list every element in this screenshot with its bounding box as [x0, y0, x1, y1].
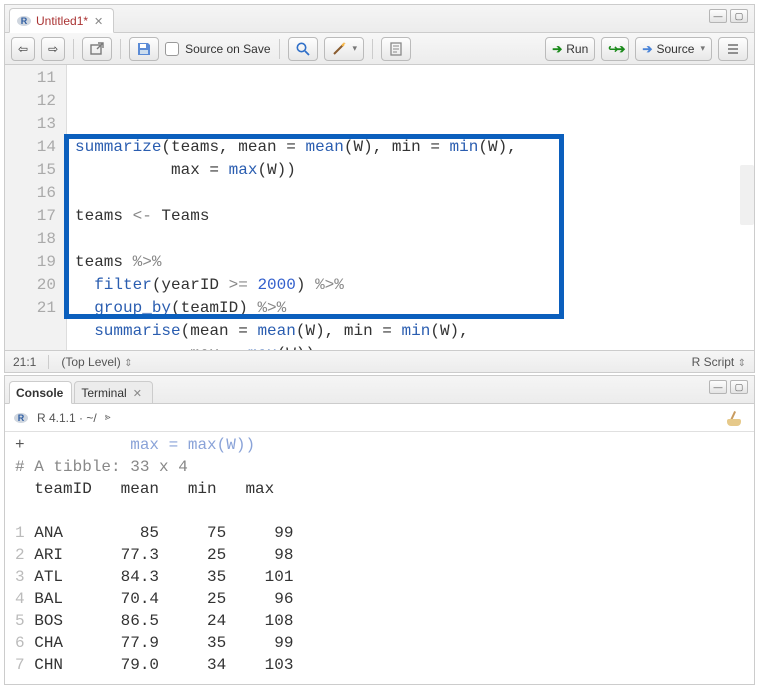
outline-button[interactable] — [718, 37, 748, 61]
r-file-icon: R — [16, 13, 32, 29]
run-button[interactable]: ➔ Run — [545, 37, 595, 61]
search-icon — [295, 41, 311, 57]
outline-icon — [725, 41, 741, 57]
save-button[interactable] — [129, 37, 159, 61]
tab-console-label: Console — [16, 386, 63, 400]
tab-console[interactable]: Console — [9, 381, 72, 404]
console-tab-bar: Console Terminal ✕ — ▢ — [5, 376, 754, 404]
chevron-down-icon: ▾ — [353, 43, 358, 54]
pane-maximize-button[interactable]: ▢ — [730, 9, 748, 23]
scope-indicator[interactable]: (Top Level) ⇕ — [61, 355, 132, 369]
editor-status-bar: 21:1 (Top Level) ⇕ R Script ⇕ — [5, 350, 754, 372]
arrow-right-icon: ⇨ — [48, 42, 58, 56]
rerun-button[interactable]: ↪➔ — [601, 37, 629, 61]
close-icon[interactable]: ✕ — [131, 387, 144, 400]
source-editor-pane: R Untitled1* ✕ — ▢ ⇦ ⇨ Source on Save ▾ — [4, 4, 755, 373]
close-icon[interactable]: ✕ — [92, 15, 105, 28]
pane-minimize-button[interactable]: — — [709, 380, 727, 394]
chevron-down-icon: ▾ — [700, 43, 705, 54]
console-output[interactable]: + max = max(W)) # A tibble: 33 x 4 teamI… — [5, 432, 754, 684]
tab-terminal[interactable]: Terminal ✕ — [74, 381, 153, 404]
source-on-save-label: Source on Save — [185, 42, 270, 56]
editor-toolbar: ⇦ ⇨ Source on Save ▾ ➔ Run ↪➔ — [5, 33, 754, 65]
path-expand-icon[interactable]: ⪢ — [105, 412, 111, 423]
language-indicator[interactable]: R Script ⇕ — [692, 355, 746, 369]
editor-scrollbar[interactable] — [740, 165, 754, 225]
console-pane: Console Terminal ✕ — ▢ R R 4.1.1 · ~/ ⪢ … — [4, 375, 755, 685]
popout-icon — [89, 41, 105, 57]
editor-tab-title: Untitled1* — [36, 14, 88, 28]
back-button[interactable]: ⇦ — [11, 37, 35, 61]
compile-report-button[interactable] — [381, 37, 411, 61]
source-on-save-checkbox[interactable] — [165, 42, 179, 56]
show-in-new-window-button[interactable] — [82, 37, 112, 61]
cursor-position: 21:1 — [13, 355, 36, 369]
toolbar-separator — [120, 39, 121, 59]
source-button-label: Source — [656, 42, 694, 56]
toolbar-separator — [372, 39, 373, 59]
run-button-label: Run — [566, 42, 588, 56]
save-icon — [136, 41, 152, 57]
arrow-left-icon: ⇦ — [18, 42, 28, 56]
pane-maximize-button[interactable]: ▢ — [730, 380, 748, 394]
pane-window-controls: — ▢ — [709, 9, 748, 23]
code-tools-button[interactable]: ▾ — [324, 37, 365, 61]
pane-window-controls: — ▢ — [709, 380, 748, 394]
find-button[interactable] — [288, 37, 318, 61]
source-button[interactable]: ➔ Source ▾ — [635, 37, 712, 61]
notebook-icon — [388, 41, 404, 57]
toolbar-separator — [73, 39, 74, 59]
editor-tab-untitled[interactable]: R Untitled1* ✕ — [9, 8, 114, 33]
wand-icon — [331, 41, 347, 57]
toolbar-separator — [279, 39, 280, 59]
r-version-path: R 4.1.1 · ~/ — [37, 411, 97, 425]
source-arrow-icon: ➔ — [642, 42, 652, 56]
r-logo-icon: R — [13, 410, 29, 426]
pane-minimize-button[interactable]: — — [709, 9, 727, 23]
forward-button[interactable]: ⇨ — [41, 37, 65, 61]
code-content[interactable]: summarize(teams, mean = mean(W), min = m… — [67, 65, 754, 350]
line-number-gutter: 1112131415161718192021 — [5, 65, 67, 350]
svg-text:R: R — [21, 16, 28, 26]
svg-text:R: R — [18, 413, 25, 423]
rerun-arrow-icon: ↪➔ — [608, 42, 622, 56]
code-editor[interactable]: 1112131415161718192021 summarize(teams, … — [5, 65, 754, 350]
clear-console-button[interactable] — [728, 409, 746, 427]
editor-tab-bar: R Untitled1* ✕ — ▢ — [5, 5, 754, 33]
run-arrow-icon: ➔ — [552, 42, 562, 56]
tab-terminal-label: Terminal — [81, 386, 126, 400]
console-sub-toolbar: R R 4.1.1 · ~/ ⪢ — [5, 404, 754, 432]
